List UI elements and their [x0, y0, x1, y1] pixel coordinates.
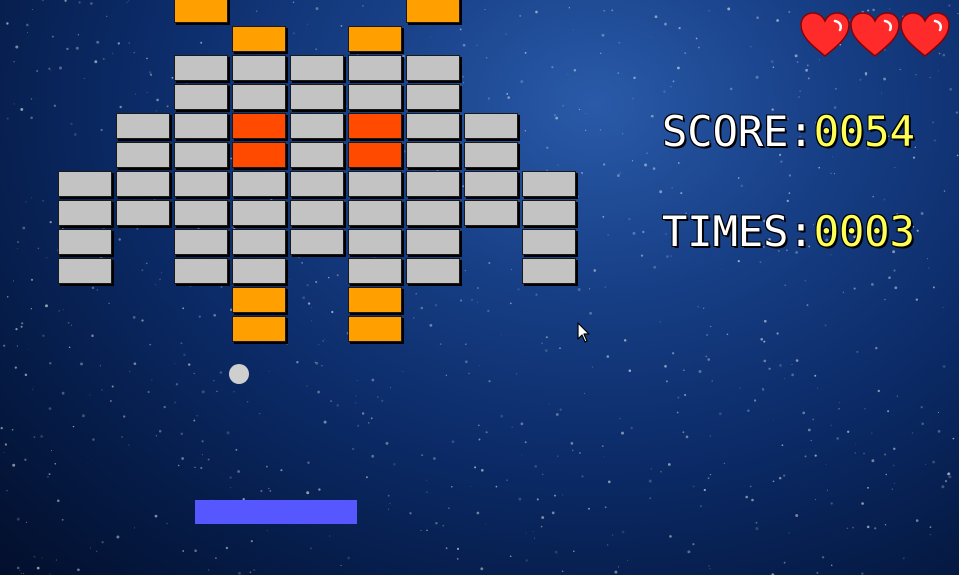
gray-brick [464, 171, 518, 197]
gray-brick [290, 200, 344, 226]
gray-brick [348, 200, 402, 226]
gray-brick [174, 84, 228, 110]
gray-brick [116, 200, 170, 226]
score-label: SCORE: [662, 107, 814, 156]
gray-brick [406, 142, 460, 168]
gray-brick [116, 171, 170, 197]
gray-brick [116, 142, 170, 168]
gray-brick [522, 229, 576, 255]
gray-brick [174, 258, 228, 284]
gray-brick [174, 229, 228, 255]
red-brick [232, 113, 286, 139]
gray-brick [406, 171, 460, 197]
brick-field [0, 0, 959, 575]
gray-brick [406, 55, 460, 81]
gray-brick [232, 55, 286, 81]
gray-brick [522, 258, 576, 284]
red-brick [348, 142, 402, 168]
gray-brick [232, 229, 286, 255]
gray-brick [348, 171, 402, 197]
times-value: 0003 [813, 207, 915, 256]
gray-brick [348, 55, 402, 81]
orange-brick [348, 26, 402, 52]
gray-brick [232, 84, 286, 110]
gray-brick [406, 113, 460, 139]
gray-brick [348, 229, 402, 255]
gray-brick [58, 258, 112, 284]
gray-brick [406, 258, 460, 284]
gray-brick [348, 84, 402, 110]
orange-brick [406, 0, 460, 23]
gray-brick [232, 200, 286, 226]
lives-indicator [800, 12, 955, 60]
gray-brick [58, 229, 112, 255]
gray-brick [58, 171, 112, 197]
orange-brick [174, 0, 228, 23]
gray-brick [522, 171, 576, 197]
gray-brick [116, 113, 170, 139]
gray-brick [174, 200, 228, 226]
gray-brick [464, 113, 518, 139]
orange-brick [348, 287, 402, 313]
gray-brick [174, 171, 228, 197]
gray-brick [290, 84, 344, 110]
heart-icon [800, 12, 850, 57]
mouse-cursor-icon [577, 322, 590, 343]
gray-brick [290, 113, 344, 139]
gray-brick [464, 200, 518, 226]
gray-brick [406, 84, 460, 110]
gray-brick [348, 258, 402, 284]
gray-brick [58, 200, 112, 226]
orange-brick [232, 287, 286, 313]
gray-brick [406, 200, 460, 226]
gray-brick [464, 142, 518, 168]
gray-brick [406, 229, 460, 255]
gray-brick [290, 55, 344, 81]
orange-brick [348, 316, 402, 342]
orange-brick [232, 26, 286, 52]
heart-icon [900, 12, 950, 57]
heart-icon [850, 12, 900, 57]
ball [229, 364, 249, 384]
gray-brick [522, 200, 576, 226]
gray-brick [174, 113, 228, 139]
times-label: TIMES: [662, 207, 814, 256]
score-value: 0054 [813, 107, 915, 156]
gray-brick [232, 258, 286, 284]
red-brick [348, 113, 402, 139]
gray-brick [232, 171, 286, 197]
paddle[interactable] [195, 500, 357, 524]
game-screen[interactable]: SCORE:0054 TIMES:0003 [0, 0, 959, 575]
score-display: SCORE:0054 [662, 111, 915, 153]
gray-brick [290, 142, 344, 168]
gray-brick [174, 142, 228, 168]
gray-brick [174, 55, 228, 81]
red-brick [232, 142, 286, 168]
gray-brick [290, 171, 344, 197]
gray-brick [290, 229, 344, 255]
times-display: TIMES:0003 [662, 211, 915, 253]
orange-brick [232, 316, 286, 342]
